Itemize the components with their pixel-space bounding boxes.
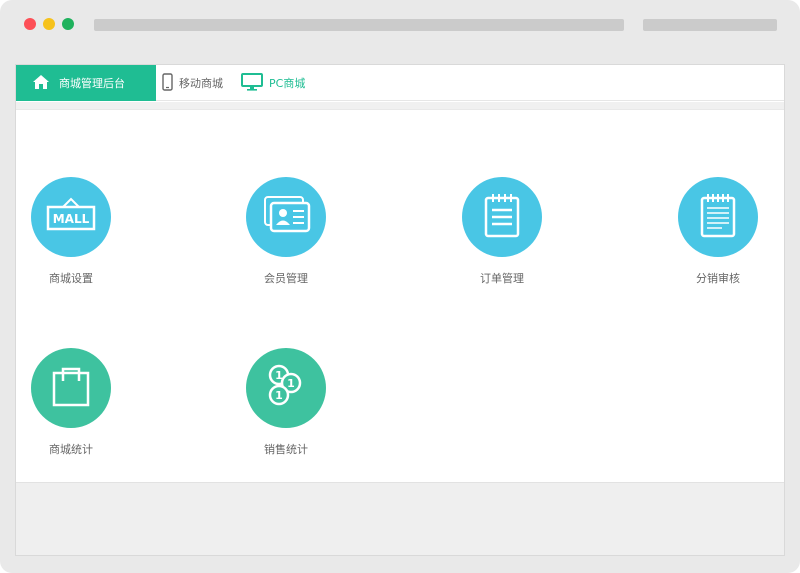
browser-window: 商城管理后台 移动商城 PC商城 MALL 商城设置 会员管理 订单管理 分销审… — [0, 0, 800, 573]
coins-icon: 1 1 1 — [264, 363, 308, 413]
shopping-bag-icon — [51, 365, 91, 411]
tab-mall-admin[interactable]: 商城管理后台 — [16, 65, 156, 101]
tile-mall-statistics-label: 商城统计 — [49, 443, 93, 456]
minimize-window-dot[interactable] — [43, 18, 55, 30]
tile-mall-settings-label: 商城设置 — [49, 272, 93, 285]
notepad-icon — [698, 192, 738, 242]
address-bar[interactable] — [94, 19, 624, 31]
tile-member-management-label: 会员管理 — [264, 272, 308, 285]
mall-sign-text: MALL — [53, 212, 90, 226]
tab-pc-mall[interactable]: PC商城 — [241, 65, 305, 101]
tile-member-management-circle — [246, 177, 326, 257]
tile-distribution-review-label: 分销审核 — [696, 272, 740, 285]
tab-mobile-mall-label: 移动商城 — [179, 77, 223, 90]
tile-order-management-label: 订单管理 — [480, 272, 524, 285]
top-navigation: 商城管理后台 移动商城 PC商城 — [16, 65, 784, 101]
tile-distribution-review[interactable]: 分销审核 — [648, 177, 788, 297]
mall-sign-icon: MALL — [45, 193, 97, 241]
tile-sales-statistics-circle: 1 1 1 — [246, 348, 326, 428]
maximize-window-dot[interactable] — [62, 18, 74, 30]
member-card-icon — [259, 193, 313, 241]
home-icon — [32, 74, 50, 93]
tile-distribution-review-circle — [678, 177, 758, 257]
browser-titlebar — [0, 0, 800, 50]
tile-order-management-circle — [462, 177, 542, 257]
tile-mall-settings[interactable]: MALL 商城设置 — [1, 177, 141, 297]
order-list-icon — [482, 192, 522, 242]
svg-text:1: 1 — [275, 389, 283, 402]
tile-mall-settings-circle: MALL — [31, 177, 111, 257]
tile-sales-statistics-label: 销售统计 — [264, 443, 308, 456]
svg-text:1: 1 — [275, 369, 283, 382]
tile-sales-statistics[interactable]: 1 1 1 销售统计 — [216, 348, 356, 468]
tab-pc-mall-label: PC商城 — [269, 77, 306, 90]
nav-divider-strip — [16, 102, 784, 110]
close-window-dot[interactable] — [24, 18, 36, 30]
monitor-icon — [241, 72, 263, 94]
tile-member-management[interactable]: 会员管理 — [216, 177, 356, 297]
search-bar[interactable] — [643, 19, 777, 31]
page-footer-area — [16, 482, 784, 555]
tab-mall-admin-label: 商城管理后台 — [59, 77, 125, 90]
tile-order-management[interactable]: 订单管理 — [432, 177, 572, 297]
tile-mall-statistics-circle — [31, 348, 111, 428]
tile-mall-statistics[interactable]: 商城统计 — [1, 348, 141, 468]
mobile-phone-icon — [162, 72, 173, 94]
page-viewport: 商城管理后台 移动商城 PC商城 MALL 商城设置 会员管理 订单管理 分销审… — [15, 64, 785, 556]
svg-text:1: 1 — [287, 377, 295, 390]
tab-mobile-mall[interactable]: 移动商城 — [162, 65, 223, 101]
